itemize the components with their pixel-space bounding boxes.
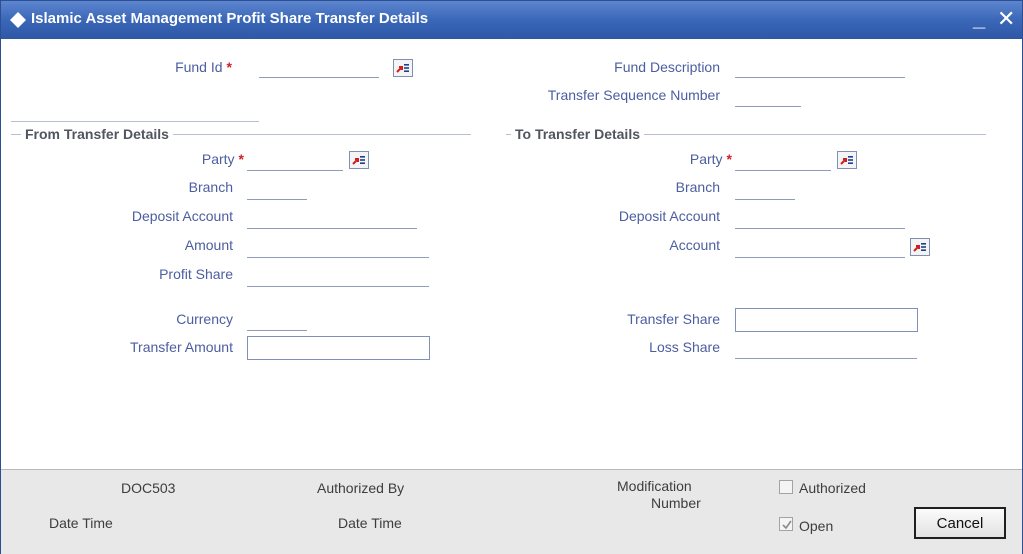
- minimize-icon[interactable]: _: [973, 5, 985, 33]
- from-profit-share-input[interactable]: [247, 267, 429, 287]
- required-marker: *: [238, 151, 244, 167]
- checker-date-time-label: Date Time: [338, 515, 402, 531]
- to-account-lookup-button[interactable]: [910, 238, 930, 256]
- authorized-checkbox-label: Authorized: [799, 480, 866, 496]
- transfer-sequence-number-input[interactable]: [735, 87, 801, 107]
- authorized-by-label: Authorized By: [317, 480, 405, 496]
- from-party-label: Party *: [201, 151, 244, 167]
- modification-number-label: Number: [651, 495, 701, 511]
- transfer-sequence-number-label: Transfer Sequence Number: [547, 87, 720, 103]
- to-account-label: Account: [669, 237, 720, 253]
- to-loss-share-input[interactable]: [735, 339, 917, 359]
- from-amount-label: Amount: [184, 237, 233, 253]
- modification-label: Modification: [617, 478, 692, 494]
- close-icon[interactable]: ✕: [997, 5, 1015, 33]
- maker-id: DOC503: [121, 480, 176, 496]
- from-section-title: From Transfer Details: [21, 126, 173, 142]
- to-deposit-account-label: Deposit Account: [618, 208, 720, 224]
- from-branch-input[interactable]: [247, 180, 307, 200]
- list-of-values-icon: [352, 156, 365, 165]
- title-bar: Islamic Asset Management Profit Share Tr…: [1, 1, 1022, 39]
- from-amount-input[interactable]: [247, 238, 429, 258]
- to-party-label: Party *: [689, 151, 732, 167]
- form-body: Fund Id * Fund Description Transfer Seque…: [1, 39, 1022, 469]
- list-of-values-icon: [913, 243, 926, 252]
- list-of-values-icon: [396, 64, 409, 73]
- audit-footer: DOC503 Date Time Authorized By Date Time…: [1, 469, 1022, 554]
- from-deposit-account-label: Deposit Account: [131, 208, 233, 224]
- to-branch-input[interactable]: [735, 180, 795, 200]
- from-currency-label: Currency: [176, 311, 233, 327]
- to-section-title: To Transfer Details: [511, 126, 645, 142]
- header-divider: [11, 121, 259, 122]
- to-party-input[interactable]: [735, 151, 831, 171]
- window-title: Islamic Asset Management Profit Share Tr…: [31, 10, 429, 27]
- fund-id-label: Fund Id *: [175, 59, 232, 75]
- from-currency-input[interactable]: [247, 311, 307, 331]
- diamond-icon: [10, 12, 26, 28]
- to-transfer-share-input[interactable]: [735, 308, 918, 332]
- to-transfer-share-label: Transfer Share: [627, 311, 720, 327]
- to-deposit-account-input[interactable]: [735, 209, 905, 229]
- checkmark-icon: [782, 520, 792, 530]
- to-account-input[interactable]: [735, 238, 905, 258]
- from-party-lookup-button[interactable]: [349, 151, 369, 169]
- from-transfer-amount-label: Transfer Amount: [130, 339, 233, 355]
- list-of-values-icon: [840, 156, 853, 165]
- to-loss-share-label: Loss Share: [649, 339, 720, 355]
- to-branch-label: Branch: [675, 179, 720, 195]
- required-marker: *: [726, 151, 732, 167]
- authorized-checkbox[interactable]: [779, 480, 793, 494]
- required-marker: *: [226, 59, 232, 75]
- cancel-button[interactable]: Cancel: [914, 507, 1006, 539]
- open-checkbox[interactable]: [779, 517, 793, 531]
- to-party-lookup-button[interactable]: [837, 151, 857, 169]
- maker-date-time-label: Date Time: [49, 515, 113, 531]
- from-transfer-amount-input[interactable]: [247, 336, 430, 360]
- fund-id-input[interactable]: [259, 58, 379, 78]
- profit-share-transfer-window: Islamic Asset Management Profit Share Tr…: [0, 0, 1023, 554]
- from-profit-share-label: Profit Share: [159, 266, 233, 282]
- fund-description-label: Fund Description: [614, 59, 720, 75]
- from-party-input[interactable]: [247, 151, 343, 171]
- fund-description-input[interactable]: [735, 58, 905, 78]
- fund-id-lookup-button[interactable]: [393, 59, 413, 77]
- from-deposit-account-input[interactable]: [247, 209, 417, 229]
- open-checkbox-label: Open: [799, 518, 834, 534]
- from-branch-label: Branch: [188, 179, 233, 195]
